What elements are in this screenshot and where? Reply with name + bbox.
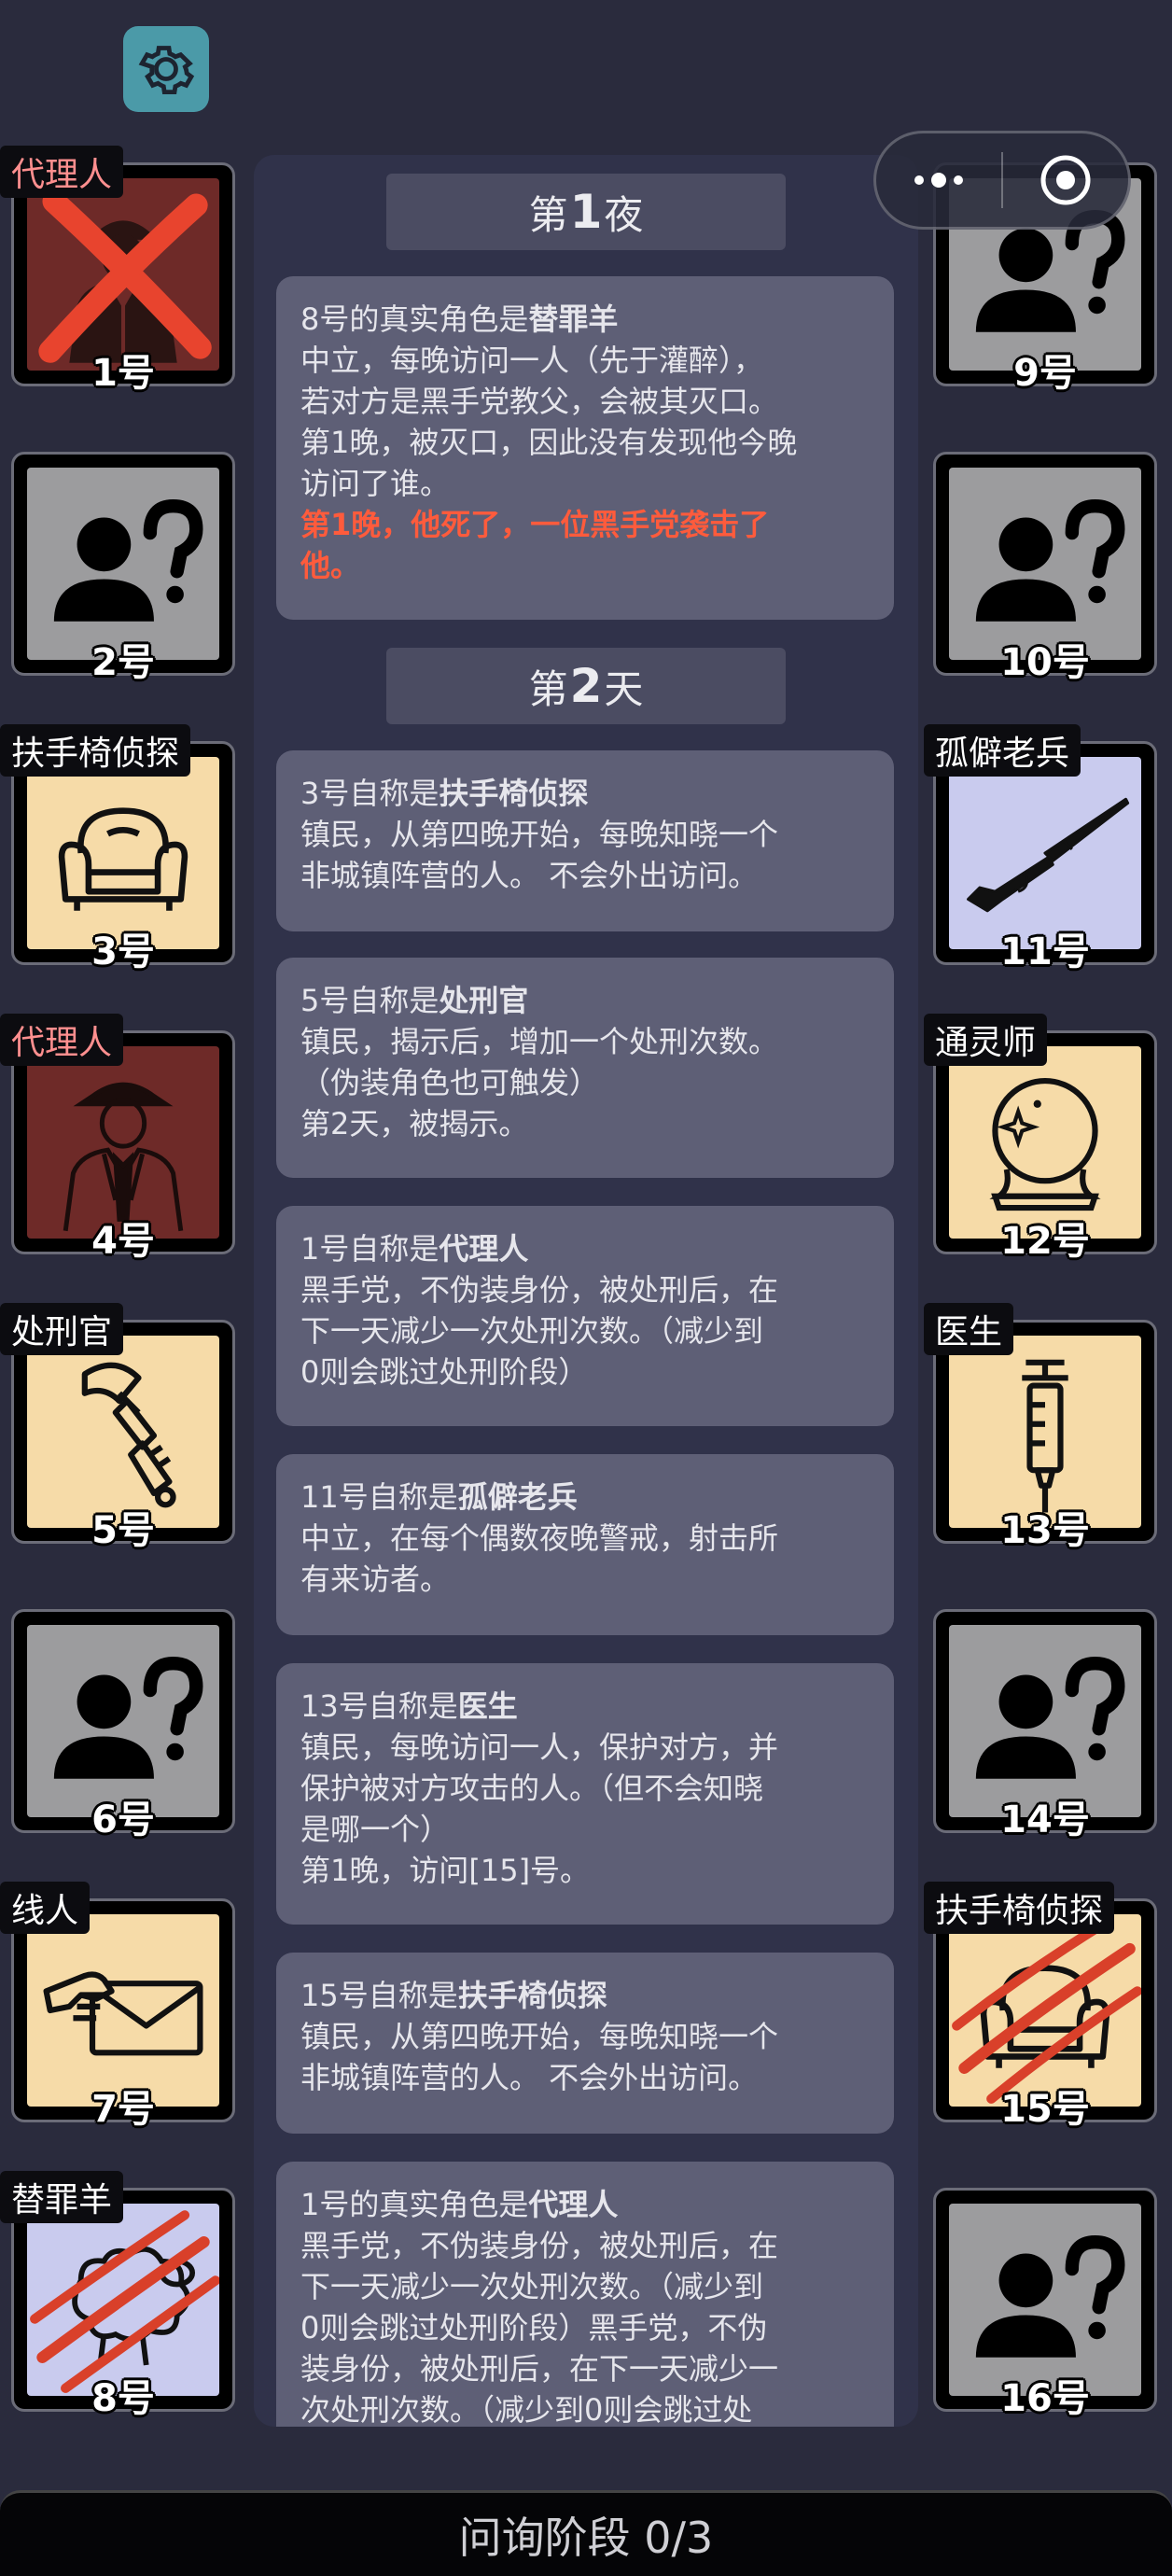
header-suffix: 夜 [604,191,644,238]
player-tile-2[interactable]: 2号 [11,452,235,684]
more-button[interactable] [876,133,1001,227]
card-line: 下一天减少一次处刑次数。（减少到 [300,1313,764,1349]
phase-label: 问询阶段 0/3 [458,2512,714,2563]
card-line: 黑手党，不伪装身份，被处刑后，在 [300,2228,779,2263]
role-tag: 扶手椅侦探 [924,1882,1115,1934]
card-line: 若对方是黑手党教父，会被其灭口。 [300,384,779,419]
player-tile-10[interactable]: 10号 [933,452,1157,684]
card-line: 0则会跳过处刑阶段） [300,1354,589,1390]
event-log[interactable]: 第1夜 8号的真实角色是替罪羊 中立，每晚访问一人（先于灌醉）， 若对方是黑手党… [254,155,918,2427]
role-tag: 孤僻老兵 [924,724,1081,777]
settings-button[interactable] [123,26,209,112]
header-number: 2 [569,659,603,713]
card-title: 13号自称是医生 [300,1688,518,1724]
card-line: 保护被对方攻击的人。（但不会知晓 [300,1771,764,1806]
card-title: 1号的真实角色是代理人 [300,2187,619,2222]
card-line: 访问了谁。 [300,466,451,501]
log-card: 13号自称是医生 镇民，每晚访问一人，保护对方，并 保护被对方攻击的人。（但不会… [276,1663,894,1925]
dots-icon [914,173,963,188]
card-line: 有来访者。 [300,1561,451,1597]
death-notice: 第1晚，他死了，一位黑手党袭击了 [300,507,770,542]
card-line: 装身份，被处刑后，在下一天减少一 [300,2351,779,2387]
phase-bar: 问询阶段 0/3 [0,2490,1172,2576]
day-header: 第2天 [386,648,786,724]
card-line: 次处刑次数。（减少到0则会跳过处 [300,2392,753,2427]
card-line: 非城镇阵营的人。 不会外出访问。 [300,858,759,893]
card-line: 第1晚，访问[15]号。 [300,1853,591,1888]
card-title: 15号自称是扶手椅侦探 [300,1978,607,2013]
card-line: 中立，在每个偶数夜晚警戒，射击所 [300,1520,779,1556]
card-line: 镇民，揭示后，增加一个处刑次数。 [300,1024,779,1059]
player-number: 7号 [91,2088,155,2131]
player-number: 11号 [1000,931,1090,973]
player-number: 10号 [1000,641,1090,684]
player-number: 15号 [1000,2088,1090,2131]
card-line: （伪装角色也可触发） [300,1065,600,1100]
log-card: 1号的真实角色是代理人 黑手党，不伪装身份，被处刑后，在 下一天减少一次处刑次数… [276,2162,894,2427]
log-card: 1号自称是代理人 黑手党，不伪装身份，被处刑后，在 下一天减少一次处刑次数。（减… [276,1206,894,1426]
player-number: 5号 [91,1509,155,1552]
card-title: 11号自称是孤僻老兵 [300,1479,578,1515]
card-line: 中立，每晚访问一人（先于灌醉）， [300,343,764,378]
role-tag: 处刑官 [0,1303,124,1355]
card-line: 第1晚，被灭口，因此没有发现他今晚 [300,425,798,460]
card-line: 镇民，每晚访问一人，保护对方，并 [300,1729,779,1765]
close-button[interactable] [1003,133,1128,227]
role-tag: 替罪羊 [0,2171,124,2223]
log-card: 15号自称是扶手椅侦探 镇民，从第四晚开始，每晚知晓一个 非城镇阵营的人。 不会… [276,1953,894,2134]
player-number: 8号 [91,2377,155,2420]
card-line: 镇民，从第四晚开始，每晚知晓一个 [300,817,779,852]
card-line: 是哪一个） [300,1812,451,1847]
header-prefix: 第 [528,665,568,712]
card-title: 5号自称是处刑官 [300,983,529,1018]
role-tag: 医生 [924,1303,1014,1355]
player-number: 9号 [1013,352,1077,395]
player-number: 4号 [91,1220,155,1263]
night-header: 第1夜 [386,174,786,250]
log-card: 3号自称是扶手椅侦探 镇民，从第四晚开始，每晚知晓一个 非城镇阵营的人。 不会外… [276,750,894,931]
card-title: 1号自称是代理人 [300,1231,529,1267]
role-tag: 代理人 [0,146,124,198]
target-icon [1040,155,1091,205]
role-tag: 通灵师 [924,1014,1048,1066]
player-number: 3号 [91,931,155,973]
player-number: 16号 [1000,2377,1090,2420]
player-number: 1号 [91,352,155,395]
player-number: 6号 [91,1799,155,1841]
log-card: 8号的真实角色是替罪羊 中立，每晚访问一人（先于灌醉）， 若对方是黑手党教父，会… [276,276,894,620]
gear-icon [138,46,195,94]
card-line: 下一天减少一次处刑次数。（减少到 [300,2269,764,2304]
card-title: 3号自称是扶手椅侦探 [300,776,589,811]
role-tag: 代理人 [0,1014,124,1066]
player-number: 2号 [91,641,155,684]
card-line: 黑手党，不伪装身份，被处刑后，在 [300,1272,779,1308]
card-line: 0则会跳过处刑阶段）黑手党，不伪 [300,2310,768,2345]
player-number: 12号 [1000,1220,1090,1263]
player-tile-6[interactable]: 6号 [11,1609,235,1841]
card-title: 8号的真实角色是替罪羊 [300,301,619,337]
card-line: 第2天，被揭示。 [300,1106,529,1141]
game-screen: 第1夜 8号的真实角色是替罪羊 中立，每晚访问一人（先于灌醉）， 若对方是黑手党… [0,0,1172,2576]
player-number: 13号 [1000,1509,1090,1552]
player-tile-16[interactable]: 16号 [933,2188,1157,2420]
player-tile-14[interactable]: 14号 [933,1609,1157,1841]
role-tag: 扶手椅侦探 [0,724,191,777]
card-line: 非城镇阵营的人。 不会外出访问。 [300,2060,759,2095]
log-card: 5号自称是处刑官 镇民，揭示后，增加一个处刑次数。 （伪装角色也可触发） 第2天… [276,958,894,1178]
card-line: 镇民，从第四晚开始，每晚知晓一个 [300,2019,779,2054]
miniprogram-capsule [873,131,1131,230]
header-suffix: 天 [604,665,644,712]
log-card: 11号自称是孤僻老兵 中立，在每个偶数夜晚警戒，射击所 有来访者。 [276,1454,894,1635]
header-number: 1 [569,185,603,239]
death-notice: 他。 [300,548,361,583]
header-prefix: 第 [528,191,568,238]
role-tag: 线人 [0,1882,91,1934]
player-number: 14号 [1000,1799,1090,1841]
